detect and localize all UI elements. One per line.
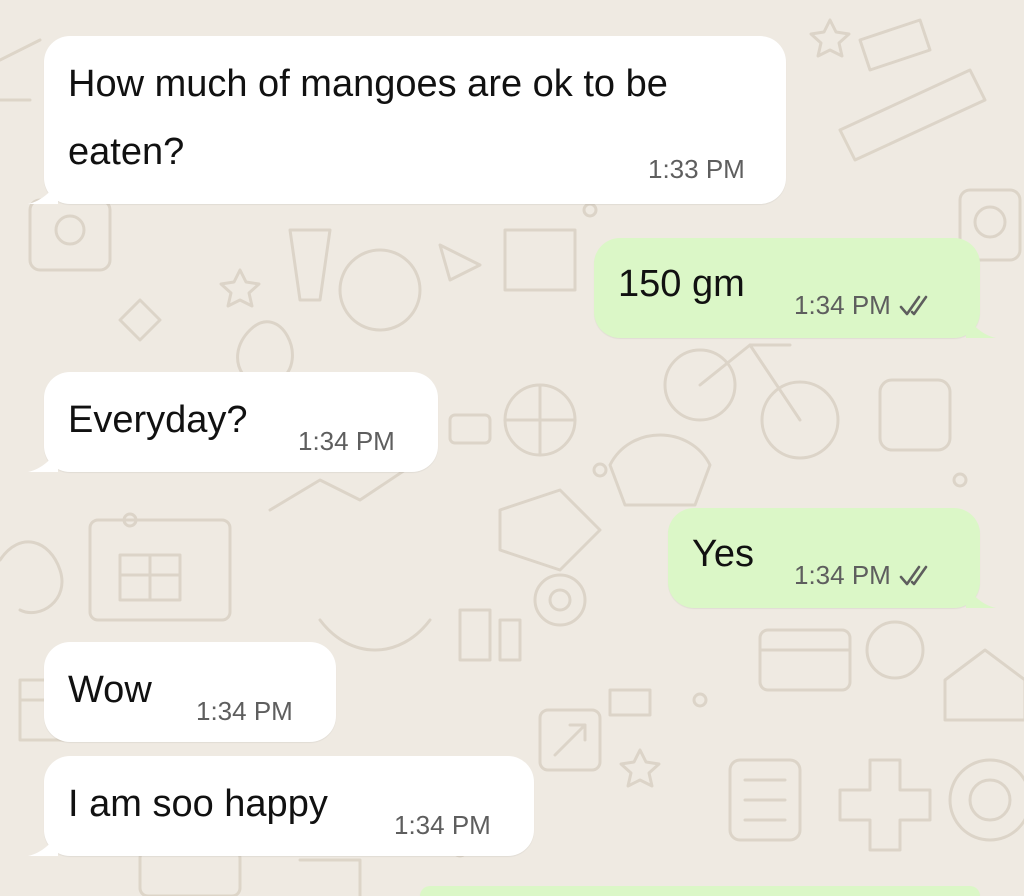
message-meta: 1:34 PM: [394, 810, 491, 841]
message-meta: 1:34 PM: [298, 426, 395, 457]
message-text: I am soo happy: [68, 783, 328, 825]
bubble-tail: [28, 830, 58, 856]
bubble-tail: [966, 312, 996, 338]
bubble-tail: [966, 582, 996, 608]
bubble-tail: [28, 446, 58, 472]
outgoing-message-bubble[interactable]: 150 gm 1:34 PM: [594, 238, 996, 338]
incoming-message-bubble[interactable]: How much of mangoes are ok to be eaten? …: [28, 36, 786, 204]
message-text: Wow: [68, 669, 152, 711]
incoming-message-bubble[interactable]: I am soo happy 1:34 PM: [28, 756, 534, 856]
double-check-icon: [899, 295, 928, 315]
incoming-message-bubble[interactable]: Everyday? 1:34 PM: [28, 372, 438, 472]
message-timestamp: 1:34 PM: [794, 290, 891, 320]
incoming-message-bubble[interactable]: Wow 1:34 PM: [44, 642, 336, 742]
message-timestamp: 1:34 PM: [794, 560, 891, 590]
message-timestamp: 1:33 PM: [648, 154, 745, 184]
message-text: 150 gm: [618, 263, 745, 305]
message-timestamp: 1:34 PM: [196, 696, 293, 726]
message-meta: 1:34 PM: [196, 696, 293, 727]
message-text: Yes: [692, 533, 754, 575]
bubble-tail: [28, 178, 58, 204]
message-timestamp: 1:34 PM: [394, 810, 491, 840]
message-meta: 1:34 PM: [794, 560, 935, 591]
message-meta: 1:34 PM: [794, 290, 935, 321]
message-meta: 1:33 PM: [648, 154, 745, 185]
message-text: Everyday?: [68, 399, 248, 441]
outgoing-message-bubble[interactable]: Yes 1:34 PM: [668, 508, 996, 608]
message-timestamp: 1:34 PM: [298, 426, 395, 456]
outgoing-message-bubble-partial[interactable]: [420, 886, 980, 896]
double-check-icon: [899, 565, 928, 585]
